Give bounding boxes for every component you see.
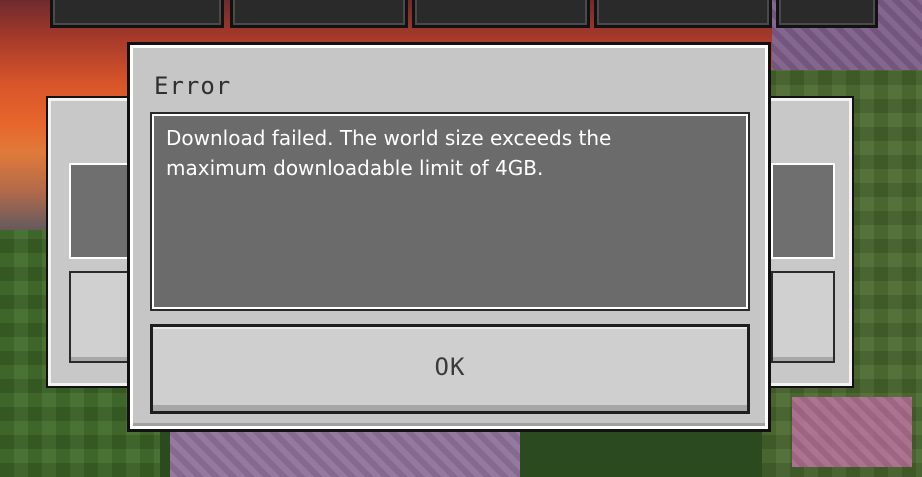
ok-button[interactable]: OK bbox=[150, 324, 750, 414]
hud-slot bbox=[50, 0, 224, 28]
background-input-left bbox=[69, 163, 137, 259]
error-message-box: Download failed. The world size exceeds … bbox=[150, 112, 750, 311]
dialog-title: Error bbox=[154, 72, 232, 100]
error-dialog: Error Download failed. The world size ex… bbox=[130, 45, 768, 429]
ok-button-label: OK bbox=[434, 353, 466, 381]
cherry-blossom-foliage-bottom bbox=[170, 427, 520, 477]
background-button-right bbox=[771, 271, 835, 363]
hud-slot bbox=[776, 0, 878, 28]
cherry-blossom-foliage-bottom-right bbox=[792, 397, 912, 467]
background-button-left bbox=[69, 271, 137, 363]
hud-slot bbox=[412, 0, 590, 28]
hud-slot bbox=[594, 0, 772, 28]
error-message-text: Download failed. The world size exceeds … bbox=[166, 126, 612, 180]
background-input-right bbox=[771, 163, 835, 259]
hud-slot bbox=[230, 0, 408, 28]
